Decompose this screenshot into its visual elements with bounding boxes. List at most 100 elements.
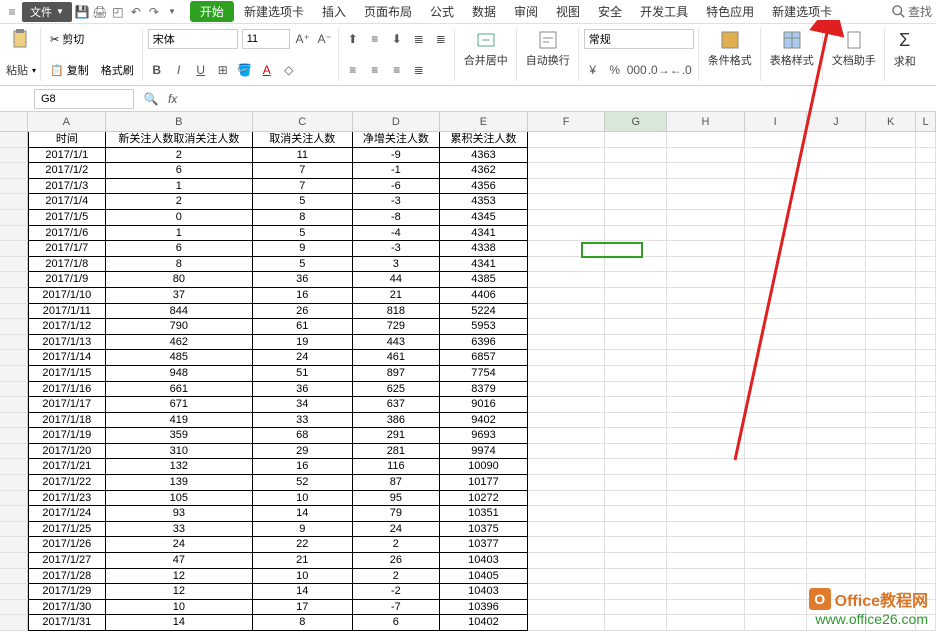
data-cell[interactable] [605,569,667,585]
data-cell[interactable] [528,272,606,288]
row-header[interactable] [0,194,28,210]
data-cell[interactable] [745,584,807,600]
data-cell[interactable] [605,350,667,366]
data-cell[interactable] [866,397,916,413]
data-cell[interactable]: 36 [253,382,353,398]
font-size-select[interactable] [242,29,290,49]
data-cell[interactable] [745,397,807,413]
row-header[interactable] [0,444,28,460]
data-cell[interactable] [528,506,606,522]
data-cell[interactable] [807,475,867,491]
align-left-icon[interactable]: ≡ [344,61,362,79]
data-cell[interactable] [807,257,867,273]
header-cell[interactable] [866,132,916,148]
data-cell[interactable]: 33 [106,522,253,538]
data-cell[interactable]: -9 [353,148,441,164]
data-cell[interactable] [745,491,807,507]
data-cell[interactable]: 21 [253,553,353,569]
data-cell[interactable] [605,319,667,335]
data-cell[interactable] [745,350,807,366]
row-header[interactable] [0,428,28,444]
data-cell[interactable] [807,288,867,304]
row-header[interactable] [0,397,28,413]
align-center-icon[interactable]: ≡ [366,61,384,79]
data-cell[interactable] [667,319,745,335]
data-cell[interactable] [745,148,807,164]
fx-label[interactable]: fx [168,92,177,106]
data-cell[interactable]: 4356 [440,179,528,195]
data-cell[interactable] [807,350,867,366]
data-cell[interactable]: 2017/1/7 [28,241,106,257]
data-cell[interactable] [667,491,745,507]
tab-page-layout[interactable]: 页面布局 [356,1,420,22]
data-cell[interactable] [605,584,667,600]
header-cell[interactable]: 取消关注人数 [253,132,353,148]
data-cell[interactable]: 4341 [440,226,528,242]
data-cell[interactable]: 47 [106,553,253,569]
data-cell[interactable]: 2017/1/10 [28,288,106,304]
data-cell[interactable] [745,304,807,320]
data-cell[interactable] [807,241,867,257]
col-header-B[interactable]: B [106,112,253,131]
copy-button[interactable]: 📋 复制 [46,61,93,79]
row-header[interactable] [0,288,28,304]
header-cell[interactable] [807,132,867,148]
data-cell[interactable] [605,413,667,429]
tab-start[interactable]: 开始 [190,1,234,22]
data-cell[interactable]: 2017/1/5 [28,210,106,226]
data-cell[interactable]: 461 [353,350,441,366]
data-cell[interactable] [916,475,936,491]
data-cell[interactable] [667,288,745,304]
data-cell[interactable] [528,350,606,366]
data-cell[interactable] [745,382,807,398]
data-cell[interactable]: 443 [353,335,441,351]
data-cell[interactable] [667,382,745,398]
data-cell[interactable] [667,226,745,242]
row-header[interactable] [0,179,28,195]
data-cell[interactable]: 9 [253,522,353,538]
data-cell[interactable]: 4385 [440,272,528,288]
data-cell[interactable] [866,194,916,210]
header-cell[interactable] [605,132,667,148]
data-cell[interactable] [745,241,807,257]
data-cell[interactable]: 9974 [440,444,528,460]
data-cell[interactable] [866,413,916,429]
data-cell[interactable]: 2017/1/13 [28,335,106,351]
font-color-icon[interactable]: A [258,61,276,79]
data-cell[interactable] [745,444,807,460]
redo-icon[interactable]: ↷ [146,4,162,20]
data-cell[interactable]: 2 [353,569,441,585]
data-cell[interactable] [605,459,667,475]
data-cell[interactable] [807,522,867,538]
data-cell[interactable] [745,615,807,631]
paste-button[interactable] [6,27,34,51]
row-header[interactable] [0,319,28,335]
data-cell[interactable]: 6857 [440,350,528,366]
data-cell[interactable] [667,506,745,522]
percent-icon[interactable]: % [606,61,624,79]
paste-label[interactable]: 粘贴 [6,62,28,78]
conditional-format-button[interactable]: 条件格式 [704,28,756,70]
spreadsheet-grid[interactable]: ABCDEFGHIJKL 时间新关注人数取消关注人数取消关注人数净增关注人数累积… [0,112,936,632]
data-cell[interactable]: -1 [353,163,441,179]
data-cell[interactable]: 24 [106,537,253,553]
data-cell[interactable] [667,444,745,460]
data-cell[interactable]: 24 [353,522,441,538]
data-cell[interactable] [916,210,936,226]
data-cell[interactable] [807,569,867,585]
data-cell[interactable] [605,491,667,507]
data-cell[interactable] [605,148,667,164]
col-header-J[interactable]: J [807,112,867,131]
currency-icon[interactable]: ¥ [584,61,602,79]
data-cell[interactable] [745,537,807,553]
doc-assistant-button[interactable]: 文档助手 [828,28,880,70]
data-cell[interactable] [745,413,807,429]
data-cell[interactable] [916,382,936,398]
zoom-icon[interactable]: 🔍 [142,90,160,108]
data-cell[interactable] [807,506,867,522]
data-cell[interactable] [528,257,606,273]
data-cell[interactable] [605,428,667,444]
data-cell[interactable] [745,600,807,616]
data-cell[interactable] [745,366,807,382]
data-cell[interactable] [605,382,667,398]
